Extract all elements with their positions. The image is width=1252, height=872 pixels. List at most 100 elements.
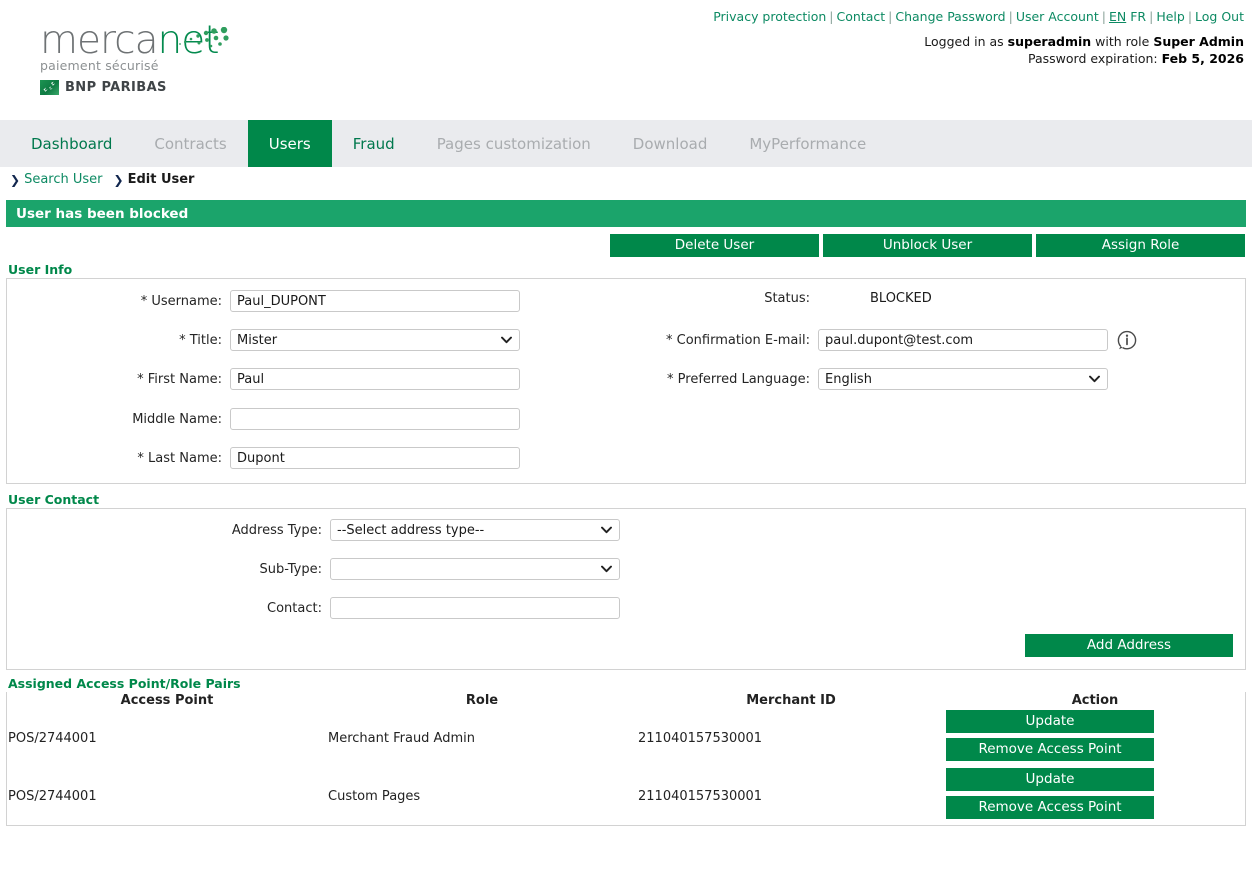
tab-dashboard[interactable]: Dashboard [10, 120, 133, 167]
contact-input[interactable] [330, 597, 620, 619]
middle-name-field-row: Middle Name: [100, 408, 520, 430]
unblock-user-button[interactable]: Unblock User [823, 234, 1032, 257]
password-expiration-label: Password expiration: [1028, 51, 1162, 66]
tab-users[interactable]: Users [248, 120, 332, 167]
address-type-field-row: Address Type: [200, 519, 620, 541]
logged-in-line: Logged in as superadmin with role Super … [713, 33, 1244, 50]
user-info-section-title: User Info [8, 262, 72, 277]
delete-user-button[interactable]: Delete User [610, 234, 819, 257]
confirmation-email-field-row: * Confirmation E-mail: [640, 329, 1138, 351]
remove-access-point-button[interactable]: Remove Access Point [946, 738, 1154, 761]
bnp-stars-icon [40, 80, 59, 95]
middle-name-label: Middle Name: [100, 412, 222, 427]
confirmation-email-label: * Confirmation E-mail: [640, 333, 810, 348]
tab-contracts: Contracts [133, 120, 247, 167]
utility-bar: Privacy protection|Contact|Change Passwo… [713, 8, 1244, 67]
first-name-label: * First Name: [100, 372, 222, 387]
contact-link[interactable]: Contact [837, 9, 886, 24]
logged-in-role: Super Admin [1153, 34, 1244, 49]
log-out-link[interactable]: Log Out [1195, 9, 1244, 24]
status-banner: User has been blocked [6, 200, 1246, 227]
user-contact-section-title: User Contact [8, 492, 99, 507]
preferred-language-field-row: * Preferred Language: [640, 368, 1108, 390]
last-name-field-row: * Last Name: [100, 447, 520, 469]
cell-access-point: POS/2744001 [7, 767, 327, 825]
contact-field-row: Contact: [200, 597, 620, 619]
cell-merchant-id: 211040157530001 [637, 767, 945, 825]
password-expiration-line: Password expiration: Feb 5, 2026 [713, 50, 1244, 67]
breadcrumb-search-user-link[interactable]: Search User [24, 172, 102, 187]
table-header-row: Access Point Role Merchant ID Action [7, 692, 1245, 709]
column-header-merchant-id: Merchant ID [637, 692, 945, 709]
address-type-select-wrapper [330, 519, 620, 541]
address-type-select[interactable] [330, 519, 620, 541]
column-header-access-point: Access Point [7, 692, 327, 709]
mercanet-wordmark: mercanet [40, 20, 219, 62]
utility-links: Privacy protection|Contact|Change Passwo… [713, 8, 1244, 26]
last-name-input[interactable] [230, 447, 520, 469]
tab-download: Download [612, 120, 729, 167]
title-field-row: * Title: [100, 329, 520, 351]
preferred-language-label: * Preferred Language: [640, 372, 810, 387]
logged-in-username: superadmin [1008, 34, 1092, 49]
username-label: * Username: [100, 294, 222, 309]
nav-tab-list: Dashboard Contracts Users Fraud Pages cu… [0, 120, 1252, 167]
remove-access-point-button[interactable]: Remove Access Point [946, 796, 1154, 819]
top-action-bar: Delete User Unblock User Assign Role [0, 234, 1252, 257]
status-label: Status: [640, 291, 810, 306]
language-fr-link[interactable]: FR [1130, 9, 1146, 24]
utility-separator: | [1099, 9, 1109, 24]
page-root: Privacy protection|Contact|Change Passwo… [0, 0, 1252, 872]
cell-actions: Update Remove Access Point [945, 709, 1245, 767]
logo-text-merca: merca [40, 18, 158, 63]
middle-name-input[interactable] [230, 408, 520, 430]
cell-role: Merchant Fraud Admin [327, 709, 637, 767]
brand-logo[interactable]: mercanet paiement sécurisé [40, 20, 219, 95]
status-value: BLOCKED [870, 291, 932, 306]
access-points-table-head: Access Point Role Merchant ID Action [7, 692, 1245, 709]
change-password-link[interactable]: Change Password [895, 9, 1005, 24]
username-field-row: * Username: [100, 290, 520, 312]
logged-in-prefix: Logged in as [924, 34, 1007, 49]
cell-role: Custom Pages [327, 767, 637, 825]
access-points-table-wrapper: Access Point Role Merchant ID Action POS… [6, 692, 1246, 826]
update-button[interactable]: Update [946, 710, 1154, 733]
bnp-paribas-label: BNP PARIBAS [65, 80, 167, 95]
access-points-table-body: POS/2744001 Merchant Fraud Admin 2110401… [7, 709, 1245, 825]
preferred-language-select[interactable] [818, 368, 1108, 390]
preferred-language-select-wrapper [818, 368, 1108, 390]
username-input[interactable] [230, 290, 520, 312]
add-address-button[interactable]: Add Address [1025, 634, 1233, 657]
utility-separator: | [885, 9, 895, 24]
tab-fraud[interactable]: Fraud [332, 120, 416, 167]
chevron-right-icon: ❯ [114, 173, 124, 187]
title-select[interactable] [230, 329, 520, 351]
cell-merchant-id: 211040157530001 [637, 709, 945, 767]
privacy-protection-link[interactable]: Privacy protection [713, 9, 826, 24]
help-link[interactable]: Help [1156, 9, 1185, 24]
utility-separator: | [1146, 9, 1156, 24]
user-account-link[interactable]: User Account [1016, 9, 1099, 24]
tab-pages-customization: Pages customization [416, 120, 612, 167]
table-row: POS/2744001 Custom Pages 211040157530001… [7, 767, 1245, 825]
cell-actions: Update Remove Access Point [945, 767, 1245, 825]
status-field-row: Status: BLOCKED [640, 291, 932, 306]
assign-role-button[interactable]: Assign Role [1036, 234, 1245, 257]
first-name-input[interactable] [230, 368, 520, 390]
utility-separator: | [1006, 9, 1016, 24]
confirmation-email-input[interactable] [818, 329, 1108, 351]
title-label: * Title: [100, 333, 222, 348]
update-button[interactable]: Update [946, 768, 1154, 791]
column-header-role: Role [327, 692, 637, 709]
tab-myperformance: MyPerformance [728, 120, 887, 167]
first-name-field-row: * First Name: [100, 368, 520, 390]
access-points-table: Access Point Role Merchant ID Action POS… [7, 692, 1245, 825]
logged-in-role-prefix: with role [1091, 34, 1153, 49]
language-en-link[interactable]: EN [1109, 9, 1126, 24]
breadcrumb: ❯ Search User ❯ Edit User [10, 172, 194, 187]
main-navigation: Dashboard Contracts Users Fraud Pages cu… [0, 120, 1252, 167]
utility-separator: | [1185, 9, 1195, 24]
password-expiration-value: Feb 5, 2026 [1162, 51, 1244, 66]
sub-type-select[interactable] [330, 558, 620, 580]
info-icon[interactable] [1116, 329, 1138, 351]
